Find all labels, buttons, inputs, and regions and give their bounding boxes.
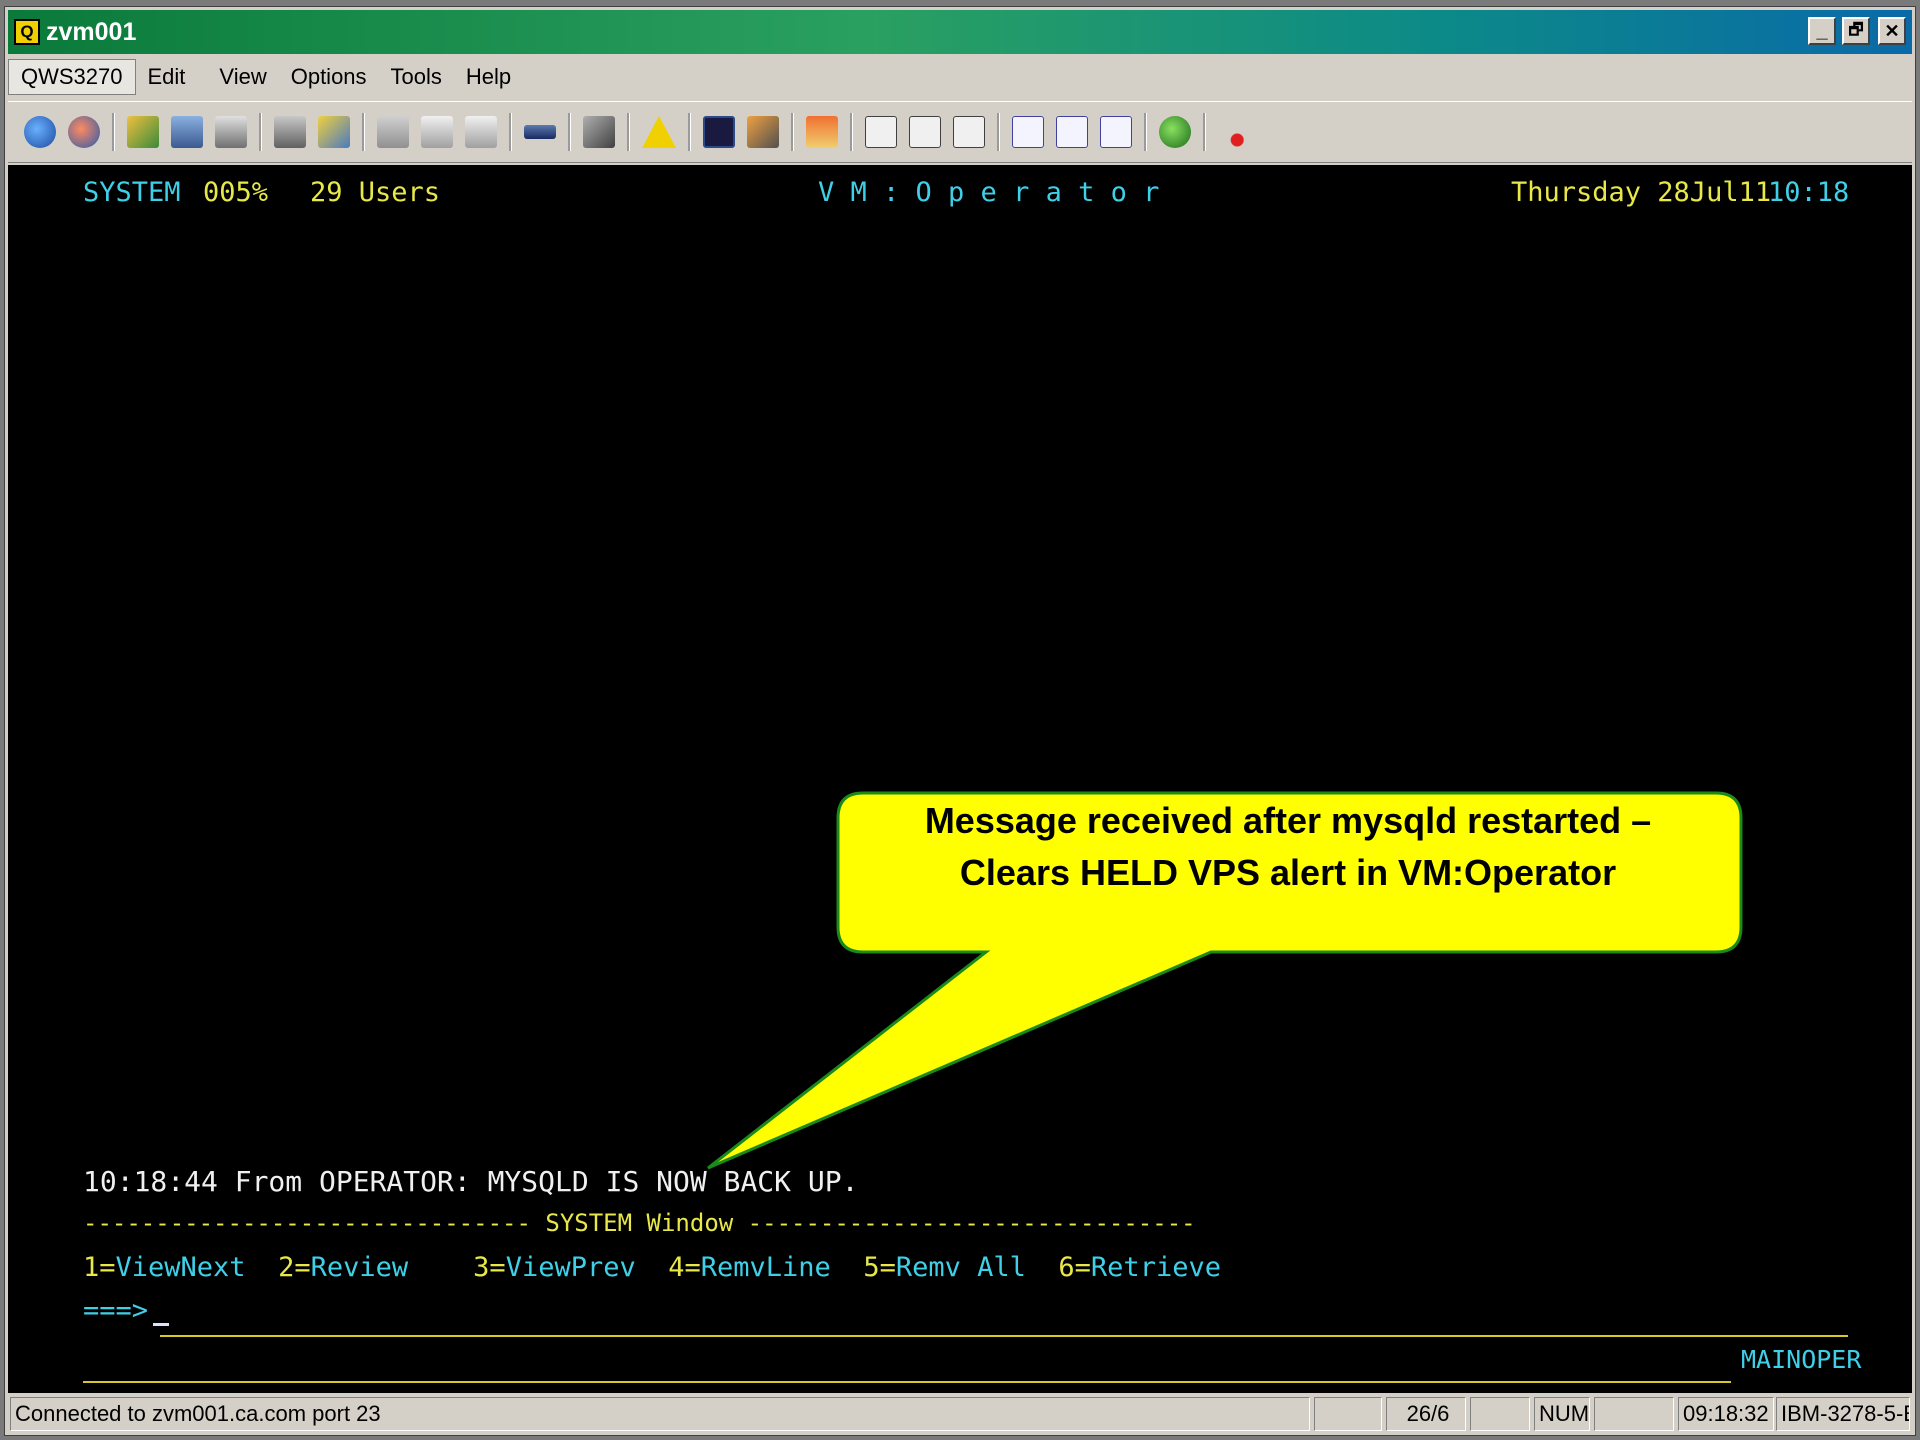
close-button[interactable]: ✕: [1878, 17, 1906, 45]
menu-view[interactable]: View: [207, 60, 278, 94]
restore-button[interactable]: 🗗: [1842, 17, 1870, 45]
macro-icon[interactable]: [583, 116, 615, 148]
spellcheck-icon[interactable]: [1218, 116, 1250, 148]
disconnect-globe-icon[interactable]: [68, 116, 100, 148]
status-empty-2: [1470, 1397, 1530, 1431]
toolbar-separator: [688, 113, 691, 151]
callout-line-1: Message received after mysqld restarted …: [924, 800, 1652, 841]
terminal-type: IBM-3278-5-E: [1776, 1397, 1910, 1431]
connection-status: Connected to zvm001.ca.com port 23: [10, 1397, 1310, 1431]
pf1-icon[interactable]: [1012, 116, 1044, 148]
cursor-position: 26/6: [1386, 1397, 1466, 1431]
toolbar-separator: [791, 113, 794, 151]
application-window: Q zvm001 _ 🗗 ✕ QWS3270 Edit View Options…: [4, 6, 1916, 1436]
toolbar-separator: [1203, 113, 1206, 151]
status-bar: Connected to zvm001.ca.com port 23 26/6 …: [8, 1397, 1912, 1433]
callout-bubble: [707, 791, 1743, 1170]
copy-icon[interactable]: [421, 116, 453, 148]
callout-line-2: Clears HELD VPS alert in VM:Operator: [959, 852, 1617, 893]
tab-icon[interactable]: [953, 116, 985, 148]
minimize-button[interactable]: _: [1808, 17, 1836, 45]
keyboard-icon[interactable]: [524, 125, 556, 139]
toolbar-separator: [112, 113, 115, 151]
toolbar-separator: [627, 113, 630, 151]
clock: 09:18:32: [1678, 1397, 1774, 1431]
paste-icon[interactable]: [465, 116, 497, 148]
menu-bar: QWS3270 Edit View Options Tools Help: [8, 57, 1912, 97]
menu-qws3270[interactable]: QWS3270: [8, 59, 136, 95]
list-icon[interactable]: [909, 116, 941, 148]
tools-icon[interactable]: [747, 116, 779, 148]
numlock-indicator: NUM: [1534, 1397, 1590, 1431]
warning-icon[interactable]: [642, 116, 676, 148]
pf3-icon[interactable]: [1100, 116, 1132, 148]
connect-globe-icon[interactable]: [24, 116, 56, 148]
toolbar-separator: [259, 113, 262, 151]
window-title: zvm001: [46, 17, 137, 46]
transfer-icon[interactable]: [127, 116, 159, 148]
toolbar-separator: [997, 113, 1000, 151]
keymap-icon[interactable]: [318, 116, 350, 148]
toolbar-separator: [1144, 113, 1147, 151]
title-bar[interactable]: Q zvm001 _ 🗗 ✕: [8, 10, 1912, 54]
display-icon[interactable]: [171, 116, 203, 148]
terminal-icon[interactable]: [703, 116, 735, 148]
menu-edit[interactable]: Edit: [136, 60, 198, 94]
callout-text: Message received after mysqld restarted …: [838, 795, 1738, 899]
toolbar-separator: [362, 113, 365, 151]
toolbar-separator: [509, 113, 512, 151]
toolbar-separator: [568, 113, 571, 151]
enter-icon[interactable]: [865, 116, 897, 148]
toolbar: [8, 101, 1912, 163]
pf2-icon[interactable]: [1056, 116, 1088, 148]
cut-icon[interactable]: [377, 116, 409, 148]
toolbar-separator: [850, 113, 853, 151]
app-icon[interactable]: Q: [14, 19, 40, 45]
print-icon[interactable]: [215, 116, 247, 148]
status-empty-1: [1314, 1397, 1382, 1431]
terminal-screen[interactable]: SYSTEM 005% 29 Users V M : O p e r a t o…: [8, 165, 1912, 1393]
home-icon[interactable]: [806, 116, 838, 148]
camera-icon[interactable]: [274, 116, 306, 148]
menu-help[interactable]: Help: [454, 60, 523, 94]
menu-tools[interactable]: Tools: [379, 60, 454, 94]
status-empty-3: [1594, 1397, 1674, 1431]
leaf-icon[interactable]: [1159, 116, 1191, 148]
menu-options[interactable]: Options: [279, 60, 379, 94]
